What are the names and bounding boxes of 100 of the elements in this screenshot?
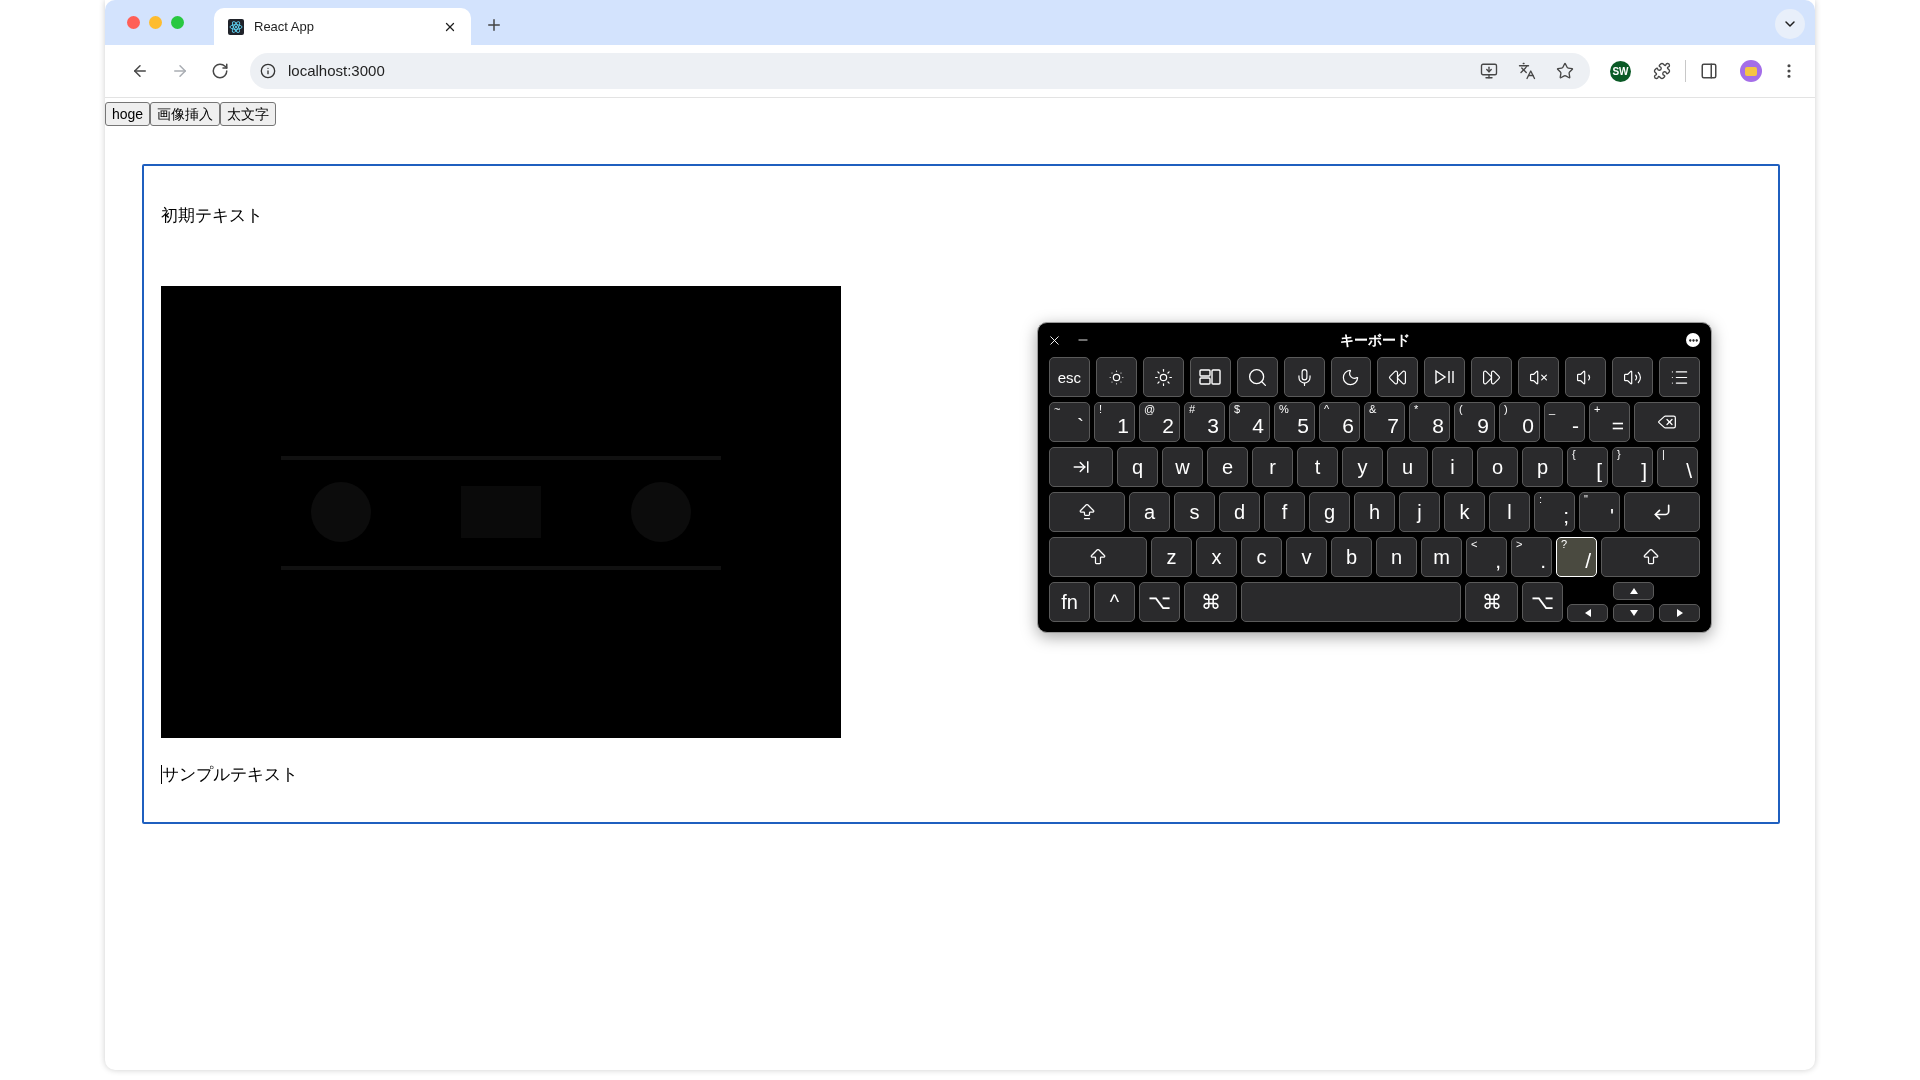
key[interactable]: # 3 bbox=[1184, 402, 1225, 442]
key[interactable]: l bbox=[1489, 492, 1530, 532]
key[interactable]: b bbox=[1331, 537, 1372, 577]
key[interactable]: x bbox=[1196, 537, 1237, 577]
key[interactable] bbox=[1471, 357, 1513, 397]
key[interactable]: v bbox=[1286, 537, 1327, 577]
bookmark-star-icon[interactable] bbox=[1556, 62, 1574, 80]
key[interactable]: g bbox=[1309, 492, 1350, 532]
key[interactable]: @ 2 bbox=[1139, 402, 1180, 442]
key[interactable] bbox=[1659, 604, 1700, 622]
key[interactable]: e bbox=[1207, 447, 1248, 487]
key[interactable] bbox=[1518, 357, 1560, 397]
key[interactable]: ⌥ bbox=[1522, 582, 1563, 622]
key[interactable]: q bbox=[1117, 447, 1158, 487]
toolbar-button[interactable]: 太文字 bbox=[220, 102, 277, 126]
key[interactable] bbox=[1612, 357, 1653, 397]
reload-icon[interactable] bbox=[211, 62, 229, 80]
key[interactable] bbox=[1565, 357, 1607, 397]
key[interactable]: * 8 bbox=[1409, 402, 1450, 442]
address-bar[interactable]: localhost:3000 bbox=[250, 53, 1590, 89]
window-title: キーボード bbox=[1339, 330, 1410, 350]
side-panel-icon[interactable] bbox=[1700, 62, 1718, 80]
key[interactable]: r bbox=[1252, 447, 1293, 487]
key[interactable]: s bbox=[1174, 492, 1215, 532]
tab-title: React App bbox=[254, 17, 314, 36]
new-tab-icon[interactable] bbox=[485, 16, 503, 34]
key[interactable]: z bbox=[1151, 537, 1192, 577]
key[interactable]: k bbox=[1444, 492, 1485, 532]
key[interactable]: | \ bbox=[1657, 447, 1698, 487]
key[interactable]: f bbox=[1264, 492, 1305, 532]
right-triangle-icon bbox=[1676, 609, 1683, 617]
key[interactable]: p bbox=[1522, 447, 1563, 487]
tab-list-button[interactable] bbox=[1775, 9, 1805, 39]
key[interactable] bbox=[1659, 357, 1700, 397]
key[interactable]: " ' bbox=[1579, 492, 1620, 532]
key[interactable] bbox=[1236, 357, 1278, 397]
key[interactable]: % 5 bbox=[1274, 402, 1315, 442]
more-icon[interactable] bbox=[1686, 333, 1700, 347]
browser-tab[interactable]: React App bbox=[214, 8, 471, 45]
key[interactable] bbox=[1613, 604, 1654, 622]
key[interactable]: ! 1 bbox=[1094, 402, 1135, 442]
key[interactable]: { [ bbox=[1567, 447, 1608, 487]
extension-badge[interactable]: SW bbox=[1610, 60, 1631, 82]
avatar[interactable] bbox=[1740, 60, 1762, 82]
down-triangle-icon bbox=[1629, 610, 1638, 616]
key[interactable]: > . bbox=[1511, 537, 1552, 577]
key[interactable]: o bbox=[1477, 447, 1518, 487]
key[interactable]: } ] bbox=[1612, 447, 1653, 487]
key[interactable]: & 7 bbox=[1364, 402, 1405, 442]
key[interactable]: a bbox=[1129, 492, 1170, 532]
url-text: localhost:3000 bbox=[288, 60, 385, 81]
caps-lock-icon bbox=[1077, 502, 1097, 522]
key[interactable]: ( 9 bbox=[1454, 402, 1495, 442]
key[interactable]: : ; bbox=[1534, 492, 1575, 532]
key[interactable]: $ 4 bbox=[1229, 402, 1270, 442]
key[interactable]: ^ bbox=[1094, 582, 1135, 622]
key[interactable]: _ - bbox=[1544, 402, 1585, 442]
key[interactable]: t bbox=[1297, 447, 1338, 487]
key[interactable]: ? / bbox=[1556, 537, 1597, 577]
windows-icon bbox=[1199, 369, 1222, 385]
key[interactable]: fn bbox=[1049, 582, 1090, 622]
key[interactable]: d bbox=[1219, 492, 1260, 532]
return-arrow-icon bbox=[1652, 502, 1672, 522]
key[interactable] bbox=[1634, 402, 1700, 442]
key[interactable] bbox=[1330, 357, 1372, 397]
key[interactable]: ^ 6 bbox=[1319, 402, 1360, 442]
key[interactable]: i bbox=[1432, 447, 1473, 487]
translate-icon[interactable] bbox=[1518, 62, 1536, 80]
key[interactable]: ) 0 bbox=[1499, 402, 1540, 442]
key[interactable]: h bbox=[1354, 492, 1395, 532]
key[interactable]: ⌘ bbox=[1184, 582, 1237, 622]
toolbar-button[interactable]: hoge bbox=[105, 102, 151, 126]
key[interactable]: + = bbox=[1589, 402, 1630, 442]
key[interactable]: ⌘ bbox=[1465, 582, 1518, 622]
key[interactable]: ~ ` bbox=[1049, 402, 1090, 442]
key[interactable]: w bbox=[1162, 447, 1203, 487]
key[interactable]: esc bbox=[1049, 357, 1090, 397]
moon-icon bbox=[1341, 367, 1361, 387]
key[interactable]: j bbox=[1399, 492, 1440, 532]
info-icon bbox=[260, 63, 276, 79]
key[interactable]: y bbox=[1342, 447, 1383, 487]
search-icon bbox=[1246, 366, 1268, 388]
key[interactable] bbox=[1613, 582, 1654, 600]
key[interactable]: m bbox=[1421, 537, 1462, 577]
toolbar-button[interactable]: 画像挿入 bbox=[150, 102, 221, 126]
key[interactable] bbox=[1142, 357, 1184, 397]
key[interactable]: c bbox=[1241, 537, 1282, 577]
puzzle-icon[interactable] bbox=[1653, 62, 1671, 80]
key[interactable] bbox=[1424, 357, 1466, 397]
key[interactable] bbox=[1567, 604, 1608, 622]
shift-arrow-icon bbox=[1088, 547, 1108, 567]
install-icon[interactable] bbox=[1480, 62, 1498, 80]
key[interactable]: < , bbox=[1466, 537, 1507, 577]
key[interactable] bbox=[1377, 357, 1419, 397]
back-icon[interactable] bbox=[131, 62, 149, 80]
key[interactable]: u bbox=[1387, 447, 1428, 487]
key[interactable] bbox=[1189, 357, 1231, 397]
key[interactable] bbox=[1283, 357, 1325, 397]
key[interactable]: n bbox=[1376, 537, 1417, 577]
key[interactable]: ⌥ bbox=[1139, 582, 1180, 622]
